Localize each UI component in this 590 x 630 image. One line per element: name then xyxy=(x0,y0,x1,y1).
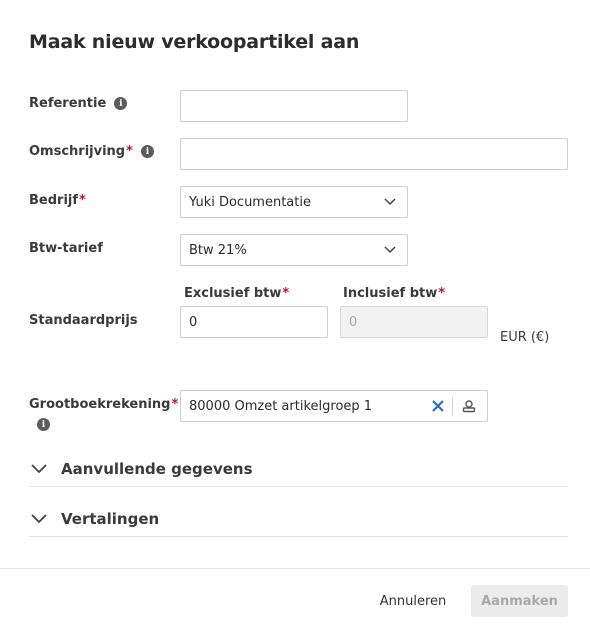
currency-label: EUR (€) xyxy=(500,330,550,345)
required-marker: * xyxy=(438,286,446,301)
info-icon[interactable]: i xyxy=(114,97,128,110)
chevron-down-icon xyxy=(31,513,47,523)
inclusief-btw-input: 0 xyxy=(340,306,488,338)
section-vertalingen-label: Vertalingen xyxy=(61,509,160,528)
btw-tarief-select[interactable]: Btw 21% xyxy=(180,234,408,266)
chevron-down-icon xyxy=(384,198,396,206)
btw-tarief-select-value: Btw 21% xyxy=(189,242,247,258)
info-icon[interactable]: i xyxy=(37,418,50,431)
referentie-label: Referentie i xyxy=(29,96,128,111)
section-vertalingen[interactable]: Vertalingen xyxy=(29,501,568,537)
bedrijf-select[interactable]: Yuki Documentatie xyxy=(180,186,408,218)
bedrijf-label-text: Bedrijf xyxy=(29,193,79,208)
create-button: Aanmaken xyxy=(471,585,568,617)
exclusief-btw-label: Exclusief btw* xyxy=(184,286,289,301)
required-marker: * xyxy=(171,397,179,412)
footer-divider xyxy=(0,568,590,569)
grootboekrekening-value: 80000 Omzet artikelgroep 1 xyxy=(189,398,373,414)
bedrijf-label: Bedrijf * xyxy=(29,193,86,208)
exclusief-btw-label-text: Exclusief btw xyxy=(184,286,282,301)
grootboekrekening-input[interactable]: 80000 Omzet artikelgroep 1 xyxy=(180,390,488,422)
exclusief-btw-input[interactable]: 0 xyxy=(180,306,328,338)
inclusief-btw-label-text: Inclusief btw xyxy=(343,286,438,301)
referentie-input[interactable] xyxy=(180,90,408,122)
cancel-button[interactable]: Annuleren xyxy=(370,586,456,616)
omschrijving-label: Omschrijving * i xyxy=(29,144,154,159)
section-aanvullende-gegevens[interactable]: Aanvullende gegevens xyxy=(29,451,568,487)
required-marker: * xyxy=(79,193,86,208)
clear-x-icon[interactable] xyxy=(431,398,445,414)
inclusief-btw-label: Inclusief btw* xyxy=(343,286,445,301)
info-icon[interactable]: i xyxy=(140,145,154,158)
omschrijving-label-text: Omschrijving xyxy=(29,144,126,159)
grootboekrekening-label-text: Grootboekrekening xyxy=(29,397,171,412)
chevron-down-icon xyxy=(384,246,396,254)
divider xyxy=(452,397,453,415)
btw-tarief-label-text: Btw-tarief xyxy=(29,241,103,256)
grootboekrekening-label: Grootboekrekening * xyxy=(29,397,178,412)
required-marker: * xyxy=(126,144,133,159)
standaardprijs-label-text: Standaardprijs xyxy=(29,313,138,328)
omschrijving-input[interactable] xyxy=(180,138,568,170)
section-aanvullende-label: Aanvullende gegevens xyxy=(61,459,253,478)
btw-tarief-label: Btw-tarief xyxy=(29,241,103,256)
required-marker: * xyxy=(282,286,290,301)
bedrijf-select-value: Yuki Documentatie xyxy=(189,194,311,210)
lookup-icon[interactable] xyxy=(461,398,477,414)
referentie-label-text: Referentie xyxy=(29,96,107,111)
standaardprijs-label: Standaardprijs xyxy=(29,313,138,328)
dialog-title: Maak nieuw verkoopartikel aan xyxy=(29,31,360,53)
chevron-down-icon xyxy=(31,463,47,473)
